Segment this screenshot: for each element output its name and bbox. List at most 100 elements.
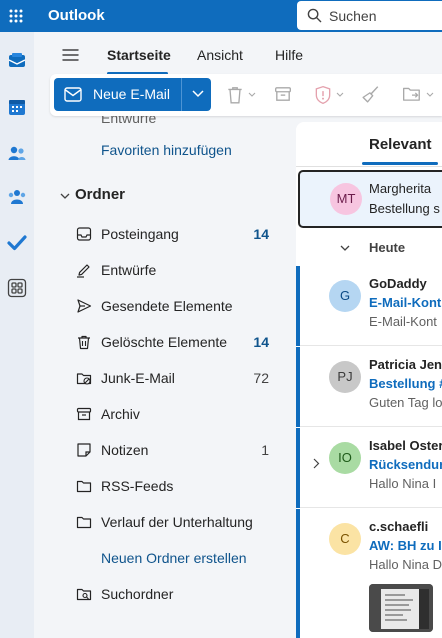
folder-label: Verlauf der Unterhaltung	[101, 514, 253, 530]
folder-item-junk[interactable]: Junk-E-Mail 72	[50, 360, 286, 396]
app-title[interactable]: Outlook	[48, 7, 105, 24]
message-preview: E-Mail-Kont	[369, 314, 437, 329]
move-to-folder-icon[interactable]	[402, 85, 422, 103]
archive-icon	[76, 407, 92, 421]
ribbon-tabs: Startseite Ansicht Hilfe	[34, 32, 442, 76]
tab-relevant[interactable]: Relevant	[369, 136, 432, 153]
folder-item-sent[interactable]: Gesendete Elemente	[50, 288, 286, 324]
message-sender: Margherita	[369, 181, 432, 196]
search-icon	[307, 8, 322, 23]
message-item[interactable]: PJ Patricia Jenn Bestellung # Guten Tag …	[296, 347, 442, 427]
group-title: Heute	[369, 240, 406, 255]
message-preview: Hallo Nina I	[369, 476, 437, 491]
hamburger-menu-icon[interactable]	[62, 48, 79, 62]
delete-icon[interactable]	[226, 85, 244, 105]
folder-label: Suchordner	[101, 586, 174, 602]
avatar: IO	[329, 442, 361, 474]
unread-indicator	[296, 266, 300, 346]
avatar: MT	[330, 183, 362, 215]
split-divider	[181, 78, 182, 111]
folder-item-rss[interactable]: RSS-Feeds	[50, 468, 286, 504]
pinned-message[interactable]: MT Margherita Bestellung s	[298, 170, 442, 228]
tab-ansicht[interactable]: Ansicht	[197, 47, 243, 63]
trash-icon	[78, 335, 90, 350]
mail-icon[interactable]	[7, 51, 27, 71]
add-favorite-label: Favoriten hinzufügen	[101, 142, 232, 158]
avatar: G	[329, 280, 361, 312]
folder-item-deleted[interactable]: Gelöschte Elemente 14	[50, 324, 286, 360]
group-header-today[interactable]: Heute	[296, 232, 442, 264]
message-sender: Patricia Jenn	[369, 357, 442, 372]
tab-startseite[interactable]: Startseite	[107, 47, 171, 63]
avatar: C	[329, 523, 361, 555]
folder-icon	[76, 516, 92, 529]
message-sender: Isabel Oster	[369, 438, 442, 453]
send-icon	[77, 299, 92, 313]
mail-icon	[64, 87, 82, 102]
new-mail-label: Neue E-Mail	[93, 86, 171, 102]
unread-indicator	[296, 428, 300, 508]
inbox-icon	[76, 227, 92, 241]
folder-item-conversation-history[interactable]: Verlauf der Unterhaltung	[50, 504, 286, 540]
search-folder-icon	[76, 588, 92, 601]
chevron-right-icon[interactable]	[313, 458, 320, 469]
chevron-down-icon	[60, 193, 70, 199]
message-subject: Bestellung #	[369, 376, 442, 391]
avatar: PJ	[329, 361, 361, 393]
message-sender: c.schaefli	[369, 519, 429, 534]
people-icon[interactable]	[7, 143, 27, 163]
unread-indicator	[296, 509, 300, 638]
report-shield-icon[interactable]	[314, 85, 332, 105]
app-rail	[0, 32, 34, 638]
calendar-icon[interactable]	[7, 97, 27, 117]
junk-icon	[76, 373, 92, 385]
sweep-icon[interactable]	[362, 85, 380, 103]
add-favorite-link[interactable]: Favoriten hinzufügen	[50, 132, 286, 168]
pencil-icon	[77, 264, 90, 278]
message-subject: Rücksendur	[369, 457, 442, 472]
groups-icon[interactable]	[7, 187, 27, 207]
chevron-down-icon[interactable]	[426, 92, 434, 98]
new-mail-button[interactable]: Neue E-Mail	[54, 78, 211, 111]
message-preview: Hallo Nina D	[369, 557, 442, 572]
chevron-down-icon[interactable]	[248, 92, 256, 98]
folder-label: Entwürfe	[101, 262, 157, 278]
search-placeholder: Suchen	[329, 8, 377, 24]
message-list: Relevant MT Margherita Bestellung s Heut…	[296, 122, 442, 638]
new-folder-link[interactable]: Neuen Ordner erstellen	[50, 540, 286, 576]
message-preview: Bestellung s	[369, 201, 440, 216]
app-launcher-icon[interactable]	[0, 0, 32, 32]
notes-icon	[77, 443, 91, 457]
item-count: 72	[253, 370, 269, 386]
chevron-down-icon[interactable]	[336, 92, 344, 98]
folders-section-title: Ordner	[75, 186, 126, 203]
message-item[interactable]: G GoDaddy E-Mail-Kont E-Mail-Kont	[296, 266, 442, 346]
message-subject: E-Mail-Kont	[369, 295, 442, 310]
active-tab-indicator	[362, 162, 438, 165]
divider	[296, 166, 442, 167]
todo-icon[interactable]	[7, 233, 27, 253]
attachment-thumbnail[interactable]	[369, 584, 433, 632]
unread-count: 14	[253, 226, 269, 242]
folder-item-inbox[interactable]: Posteingang 14	[50, 216, 286, 252]
folder-item-search-folders[interactable]: Suchordner	[50, 576, 286, 612]
tab-hilfe[interactable]: Hilfe	[275, 47, 303, 63]
folder-label: RSS-Feeds	[101, 478, 174, 494]
message-preview: Guten Tag lo	[369, 395, 442, 410]
archive-icon[interactable]	[274, 85, 292, 103]
apps-icon[interactable]	[7, 278, 27, 298]
item-count: 1	[261, 442, 269, 458]
chevron-down-icon[interactable]	[192, 90, 204, 98]
message-item[interactable]: IO Isabel Oster Rücksendur Hallo Nina I	[296, 428, 442, 508]
folder-label: Posteingang	[101, 226, 179, 242]
unread-count: 14	[253, 334, 269, 350]
folder-label: Archiv	[101, 406, 140, 422]
folder-item-archive[interactable]: Archiv	[50, 396, 286, 432]
folders-section-header[interactable]: Ordner	[50, 178, 286, 214]
folder-label: Gesendete Elemente	[101, 298, 233, 314]
command-toolbar: Neue E-Mail	[50, 74, 442, 116]
folder-item-drafts[interactable]: Entwürfe	[50, 252, 286, 288]
folder-pane: Entwürfe Favoriten hinzufügen Ordner Pos…	[50, 110, 286, 638]
search-box[interactable]: Suchen	[297, 1, 442, 30]
folder-item-notes[interactable]: Notizen 1	[50, 432, 286, 468]
